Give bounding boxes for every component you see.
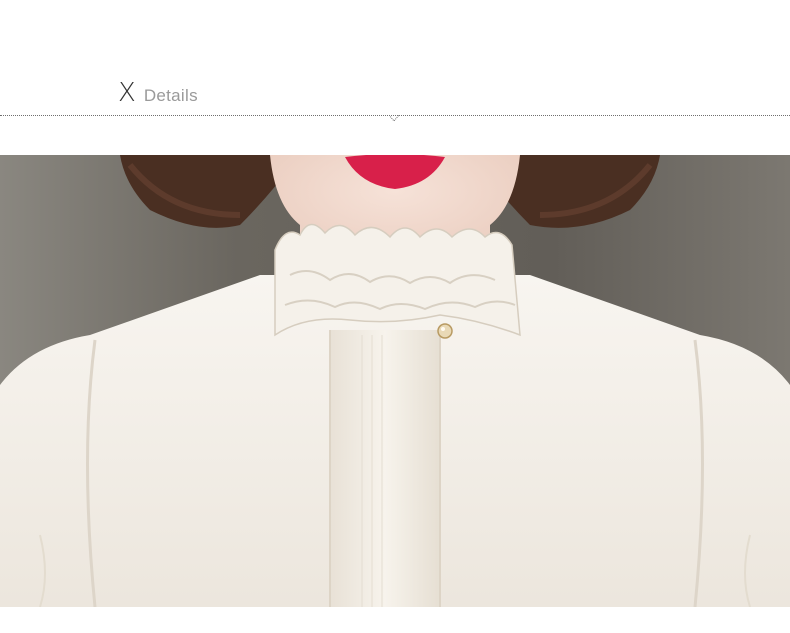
section-title: X Details <box>118 80 198 106</box>
product-detail-photo <box>0 155 790 607</box>
details-header: X Details <box>0 0 790 155</box>
collar-button-icon <box>437 323 453 339</box>
footer-spacer <box>0 607 790 633</box>
section-mark: X <box>118 78 136 108</box>
blouse-collar-photo <box>0 155 790 607</box>
section-title-text: Details <box>143 86 198 105</box>
divider-notch-icon <box>389 115 399 122</box>
